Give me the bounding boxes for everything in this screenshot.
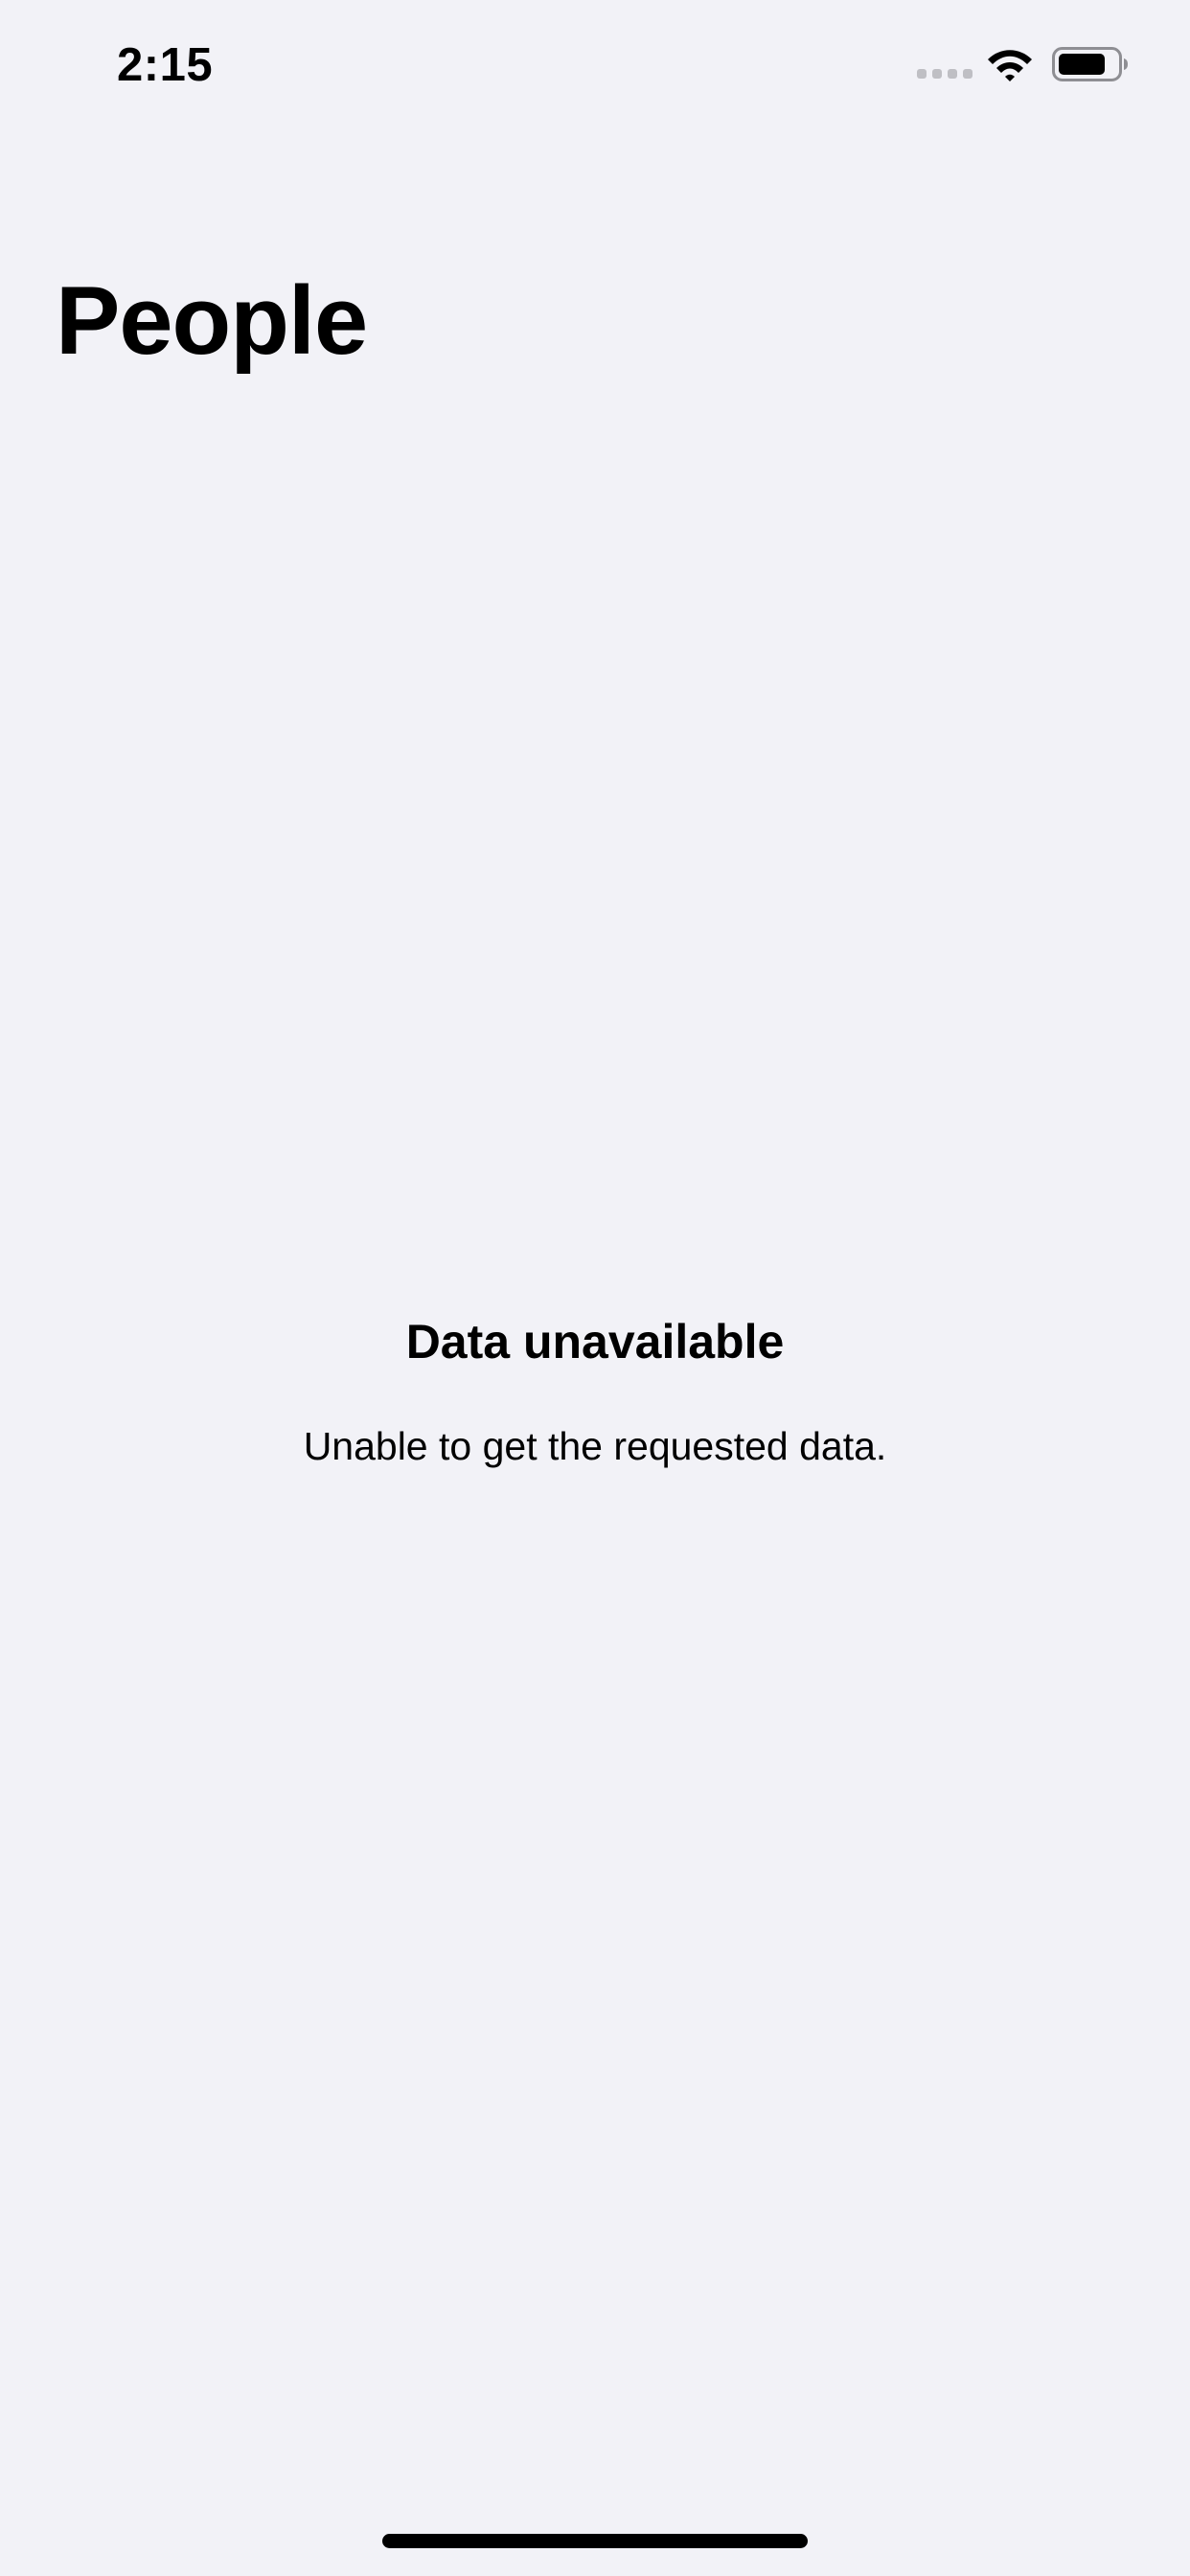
page-title: People xyxy=(56,267,368,375)
signal-dot xyxy=(948,69,957,79)
signal-dot xyxy=(963,69,973,79)
status-bar: 2:15 xyxy=(0,0,1190,126)
signal-dot xyxy=(932,69,942,79)
status-time: 2:15 xyxy=(117,39,214,91)
empty-state: Data unavailable Unable to get the reque… xyxy=(0,1308,1190,1475)
people-screen: 2:15 People Data unavailable Unable to g… xyxy=(0,0,1190,2576)
battery-icon xyxy=(1052,47,1128,81)
wifi-icon xyxy=(988,50,1032,81)
cellular-signal-icon xyxy=(917,69,973,79)
empty-state-message: Unable to get the requested data. xyxy=(303,1424,887,1468)
home-indicator[interactable] xyxy=(382,2534,808,2548)
empty-state-title: Data unavailable xyxy=(405,1315,785,1368)
signal-dot xyxy=(917,69,927,79)
